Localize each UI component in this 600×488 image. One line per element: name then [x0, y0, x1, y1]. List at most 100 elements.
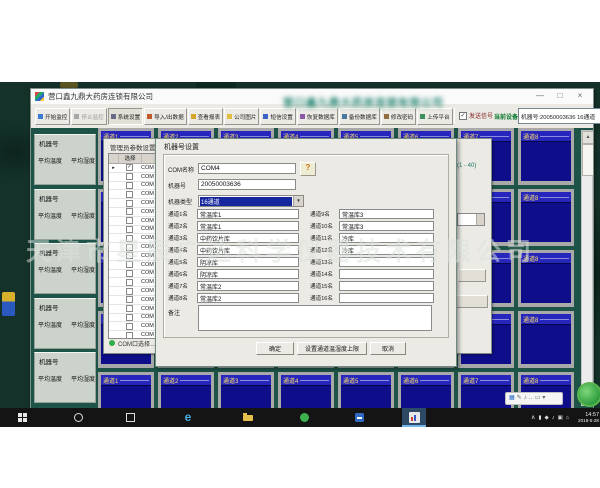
machine-summary-panel[interactable]: 机器号平均温度平均湿度 — [34, 134, 96, 185]
taskbar-item[interactable] — [347, 408, 371, 427]
com-checkbox[interactable] — [126, 217, 133, 224]
battery-icon[interactable]: ▮ — [538, 415, 541, 421]
note-textarea[interactable] — [198, 305, 432, 331]
channel-name-input[interactable] — [197, 245, 299, 255]
machine-summary-panel[interactable]: 机器号平均温度平均湿度 — [34, 352, 96, 403]
com-checkbox[interactable] — [126, 314, 133, 321]
machine-summary-panel[interactable]: 机器号平均温度平均湿度 — [34, 189, 96, 240]
channel-cell[interactable]: 通道8 — [518, 189, 574, 246]
taskbar-clock[interactable]: 14:57 2018-5-28 — [572, 412, 599, 424]
machine-summary-panel[interactable]: 机器号平均温度平均湿度 — [34, 243, 96, 294]
ime-note-icon[interactable]: ♪ — [524, 393, 527, 404]
volume-icon[interactable]: ♪ — [552, 415, 555, 421]
com-name-input[interactable] — [198, 163, 296, 174]
channel-cell[interactable]: 通道2 — [158, 372, 214, 408]
help-button[interactable]: ? — [300, 162, 316, 176]
hidden-button-fragment[interactable] — [456, 295, 488, 308]
send-signal-checkbox[interactable]: ✓ 发送信号 — [459, 111, 493, 120]
channel-cell[interactable]: 通道3 — [218, 372, 274, 408]
system-settings-button[interactable]: 系统设置 — [108, 108, 143, 125]
channel-name-input[interactable] — [197, 269, 299, 279]
channel-name-input[interactable] — [197, 221, 299, 231]
cancel-button[interactable]: 取消 — [370, 342, 406, 355]
device-combo[interactable]: 机器号:20050003636 16通道 ▼ — [518, 108, 600, 124]
channel-name-input[interactable] — [197, 233, 299, 243]
channel-name-input[interactable] — [339, 293, 434, 303]
checkbox-checked-icon[interactable]: ✓ — [459, 112, 467, 120]
com-checkbox[interactable] — [126, 332, 133, 339]
channel-name-input[interactable] — [339, 257, 434, 267]
ime-grid-icon[interactable]: ▦ — [509, 393, 515, 404]
desktop-icon[interactable] — [2, 292, 15, 316]
com-checkbox[interactable] — [126, 226, 133, 233]
set-channel-limits-button[interactable]: 设置通道温湿度上限 — [297, 342, 367, 355]
view-report-button[interactable]: 查看报表 — [188, 108, 223, 125]
channel-name-input[interactable] — [197, 257, 299, 267]
com-checkbox[interactable] — [126, 261, 133, 268]
chevron-down-icon[interactable]: ▼ — [293, 196, 303, 206]
machine-no-input[interactable] — [198, 179, 296, 190]
scroll-up-icon[interactable]: ▲ — [582, 131, 593, 144]
com-checkbox[interactable] — [126, 323, 133, 330]
com-checkbox[interactable] — [126, 235, 133, 242]
com-checkbox[interactable] — [126, 270, 133, 277]
channel-name-input[interactable] — [197, 281, 299, 291]
channel-cell[interactable]: 通道1 — [98, 372, 154, 408]
stop-monitor-button[interactable]: 停止监控 — [71, 108, 106, 125]
hidden-button-fragment[interactable] — [458, 269, 486, 282]
com-checkbox[interactable] — [126, 191, 133, 198]
channel-name-input[interactable] — [339, 209, 434, 219]
scrollbar-thumb[interactable] — [582, 144, 593, 176]
home-icon[interactable]: ⌂ — [566, 415, 569, 421]
channel-cell[interactable]: 通道6 — [398, 372, 454, 408]
com-checkbox[interactable] — [126, 288, 133, 295]
import-export-data-button[interactable]: 导入/出数据 — [144, 108, 187, 125]
taskbar-item[interactable] — [236, 408, 260, 427]
com-checkbox[interactable] — [126, 173, 133, 180]
taskbar-item[interactable] — [118, 408, 142, 427]
channel-name-input[interactable] — [339, 221, 434, 231]
channel-name-input[interactable] — [339, 269, 434, 279]
machine-number-spinner[interactable] — [457, 213, 485, 226]
taskbar-item[interactable] — [402, 408, 426, 427]
company-image-button[interactable]: 公司图片 — [224, 108, 259, 125]
com-checkbox[interactable] — [126, 296, 133, 303]
channel-cell[interactable]: 通道8 — [518, 250, 574, 307]
minimize-button[interactable]: — — [533, 90, 547, 102]
ime-pen-icon[interactable]: ✎ — [517, 393, 522, 404]
channel-name-input[interactable] — [197, 209, 299, 219]
channel-name-input[interactable] — [339, 245, 434, 255]
vertical-scrollbar[interactable]: ▲ ▼ — [581, 130, 593, 406]
machine-type-combo[interactable]: 16通道 ▼ — [198, 195, 304, 207]
com-checkbox[interactable] — [126, 279, 133, 286]
ime-keyboard-icon[interactable]: ▭ — [535, 393, 541, 404]
channel-name-input[interactable] — [197, 293, 299, 303]
ime-more-icon[interactable]: ‥ — [529, 393, 533, 404]
com-checkbox[interactable]: ✓ — [126, 164, 133, 171]
channel-cell[interactable]: 通道4 — [278, 372, 334, 408]
taskbar-item[interactable] — [66, 408, 90, 427]
start-monitor-button[interactable]: 开始监控 — [35, 108, 70, 125]
machine-summary-panel[interactable]: 机器号平均温度平均湿度 — [34, 298, 96, 349]
maximize-button[interactable]: □ — [553, 90, 567, 102]
com-checkbox[interactable] — [126, 252, 133, 259]
channel-name-input[interactable] — [339, 233, 434, 243]
display-icon[interactable]: ▣ — [557, 415, 562, 421]
tray-expand-icon[interactable]: ∧ — [531, 414, 535, 421]
com-checkbox[interactable] — [126, 200, 133, 207]
ime-menu-icon[interactable]: ▾ — [542, 393, 545, 404]
channel-name-input[interactable] — [339, 281, 434, 291]
channel-cell[interactable]: 通道5 — [338, 372, 394, 408]
ok-button[interactable]: 确定 — [256, 342, 294, 355]
taskbar-item[interactable] — [10, 408, 34, 427]
network-icon[interactable]: ◆ — [544, 415, 548, 421]
channel-cell[interactable]: 通道8 — [518, 311, 574, 368]
taskbar-item[interactable] — [292, 408, 316, 427]
com-checkbox[interactable] — [126, 305, 133, 312]
channel-cell[interactable]: 通道8 — [518, 128, 574, 185]
ime-toolbar[interactable]: ▦✎♪‥▭▾ — [505, 392, 563, 405]
com-checkbox[interactable] — [126, 208, 133, 215]
com-checkbox[interactable] — [126, 244, 133, 251]
close-button[interactable]: × — [573, 90, 587, 102]
taskbar-item[interactable]: e — [176, 408, 200, 427]
